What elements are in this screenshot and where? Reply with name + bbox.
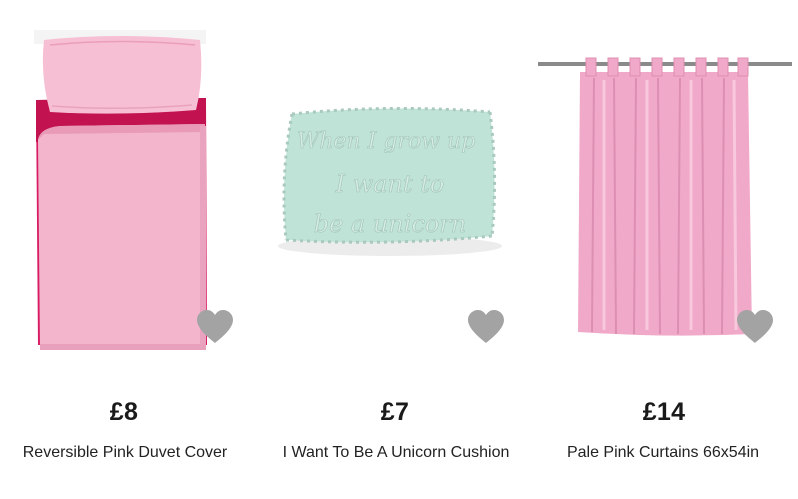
cushion-line-1: When I grow up [297,129,476,154]
cushion-line-3: be a unicorn [314,210,467,238]
product-price: £8 [109,398,139,426]
cushion-line-2: I want to [335,170,445,198]
product-price: £14 [642,398,686,426]
product-card-cushion[interactable]: When I grow up I want to be a unicorn £7… [266,0,532,499]
wishlist-button[interactable] [195,309,235,345]
heart-icon [737,310,773,343]
wishlist-button[interactable] [466,309,506,345]
heart-icon [197,310,233,343]
product-name[interactable]: Reversible Pink Duvet Cover [0,441,258,465]
product-name[interactable]: I Want To Be A Unicorn Cushion [266,441,526,465]
wishlist-button[interactable] [735,309,775,345]
heart-icon [468,310,504,343]
product-price: £7 [380,398,410,426]
product-name[interactable]: Pale Pink Curtains 66x54in [530,441,796,465]
product-grid: £8 Reversible Pink Duvet Cover When I gr… [0,0,798,499]
product-card-curtains[interactable]: £14 Pale Pink Curtains 66x54in [532,0,798,499]
product-card-duvet[interactable]: £8 Reversible Pink Duvet Cover [0,0,266,499]
